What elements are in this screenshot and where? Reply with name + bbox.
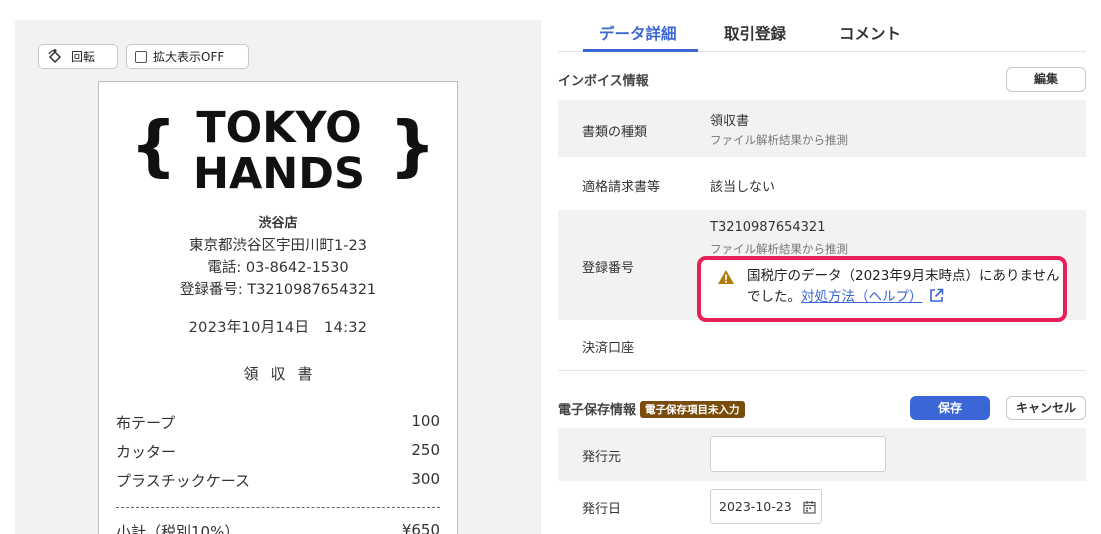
subtotal-value: ¥650 bbox=[401, 521, 440, 534]
subtotal-label: 小計（税別10%） bbox=[116, 523, 240, 534]
document-type-value: 領収書 bbox=[710, 114, 750, 129]
rotate-button[interactable]: 回転 bbox=[38, 44, 118, 69]
item-price: 100 bbox=[411, 412, 440, 430]
zoom-checkbox[interactable] bbox=[135, 50, 147, 63]
item-price: 300 bbox=[411, 470, 440, 488]
tab-comments[interactable]: コメント bbox=[839, 22, 901, 44]
storage-section-title: 電子保存情報 電子保存項目未入力 bbox=[558, 399, 745, 418]
invoice-section-title: インボイス情報 bbox=[558, 74, 649, 89]
warning-icon bbox=[718, 270, 734, 284]
row-payment-account: 決済口座 bbox=[558, 320, 1086, 371]
registration-number-note: ファイル解析結果から推測 bbox=[710, 242, 848, 256]
tab-data-details[interactable]: データ詳細 bbox=[599, 22, 677, 44]
rotate-label: 回転 bbox=[71, 50, 96, 64]
svg-text:HANDS: HANDS bbox=[193, 149, 365, 194]
receipt-datetime: 2023年10月14日 14:32 bbox=[188, 320, 368, 336]
svg-text:}: } bbox=[389, 107, 436, 184]
svg-text:{: { bbox=[130, 107, 177, 184]
document-type-note: ファイル解析結果から推測 bbox=[710, 133, 848, 147]
receipt-divider bbox=[116, 507, 440, 508]
cancel-button[interactable]: キャンセル bbox=[1006, 396, 1086, 420]
item-name: プラスチックケース bbox=[116, 472, 250, 490]
item-price: 250 bbox=[411, 441, 440, 459]
edit-button[interactable]: 編集 bbox=[1006, 67, 1086, 92]
receipt-title: 領収書 bbox=[243, 365, 325, 383]
row-document-type: 書類の種類 領収書 ファイル解析結果から推測 bbox=[558, 100, 1086, 157]
store-registration: 登録番号: T3210987654321 bbox=[179, 282, 377, 298]
zoom-label: 拡大表示OFF bbox=[153, 50, 225, 64]
item-name: カッター bbox=[116, 443, 177, 461]
external-link-icon bbox=[929, 288, 943, 302]
active-tab-indicator bbox=[583, 49, 698, 52]
warning-message: 国税庁のデータ（2023年9月末時点）にありませんでした。対処方法（ヘルプ） bbox=[747, 266, 1063, 308]
detail-tabs: データ詳細 取引登録 コメント bbox=[558, 18, 1086, 52]
qualified-invoice-label: 適格請求書等 bbox=[582, 180, 661, 195]
storage-title-text: 電子保存情報 bbox=[558, 403, 637, 418]
receipt-image: { } TOKYO HANDS 渋谷店 東京都渋谷区宇田川町1-23 電話: 0… bbox=[98, 81, 458, 534]
receipt-item: プラスチックケース 300 bbox=[116, 470, 440, 491]
issue-date-label: 発行日 bbox=[582, 502, 622, 517]
qualified-invoice-value: 該当しない bbox=[710, 180, 776, 195]
save-button[interactable]: 保存 bbox=[910, 396, 990, 420]
item-name: 布テープ bbox=[116, 414, 176, 432]
status-badge: 電子保存項目未入力 bbox=[640, 401, 745, 418]
row-qualified-invoice: 適格請求書等 該当しない bbox=[558, 157, 1086, 210]
issuer-label: 発行元 bbox=[582, 450, 622, 465]
receipt-viewer: 回転 拡大表示OFF { } TOKYO HANDS 渋谷店 東京都渋谷区宇田川… bbox=[15, 20, 541, 534]
payment-account-label: 決済口座 bbox=[582, 341, 635, 356]
receipt-subtotal: 小計（税別10%） ¥650 bbox=[116, 521, 440, 534]
store-address: 東京都渋谷区宇田川町1-23 bbox=[189, 238, 367, 254]
row-issue-date: 発行日 bbox=[558, 481, 1086, 534]
tab-transaction-registration[interactable]: 取引登録 bbox=[724, 22, 786, 44]
zoom-toggle[interactable]: 拡大表示OFF bbox=[126, 44, 249, 69]
rotate-icon bbox=[48, 48, 62, 63]
help-link[interactable]: 対処方法（ヘルプ） bbox=[801, 288, 944, 305]
help-link-label: 対処方法（ヘルプ） bbox=[801, 289, 923, 305]
svg-text:TOKYO: TOKYO bbox=[196, 103, 361, 153]
store-phone: 電話: 03-8642-1530 bbox=[207, 260, 349, 276]
issue-date-value: 2023-10-23 bbox=[719, 499, 792, 514]
receipt-item: 布テープ 100 bbox=[116, 412, 440, 433]
issuer-input[interactable] bbox=[710, 436, 886, 472]
registration-number-value: T3210987654321 bbox=[710, 220, 826, 235]
receipt-item: カッター 250 bbox=[116, 441, 440, 462]
store-name: 渋谷店 bbox=[258, 216, 298, 231]
issue-date-input[interactable]: 2023-10-23 bbox=[710, 489, 822, 524]
calendar-icon[interactable] bbox=[803, 500, 816, 514]
registration-number-label: 登録番号 bbox=[582, 261, 635, 276]
registration-warning: 国税庁のデータ（2023年9月末時点）にありませんでした。対処方法（ヘルプ） bbox=[697, 256, 1067, 322]
store-logo: { } TOKYO HANDS bbox=[130, 103, 436, 194]
document-type-label: 書類の種類 bbox=[582, 125, 648, 140]
